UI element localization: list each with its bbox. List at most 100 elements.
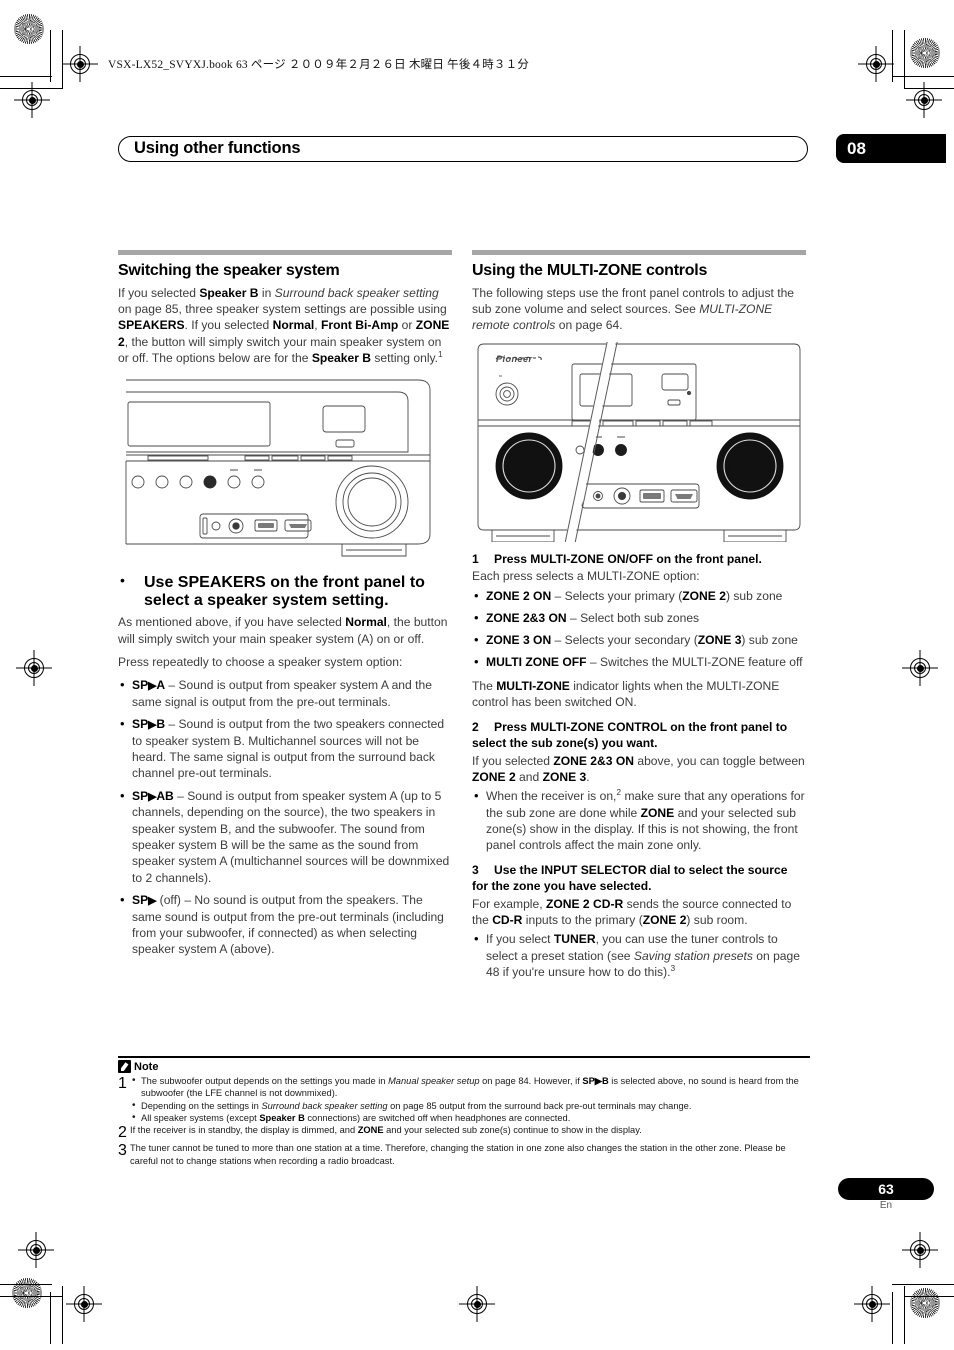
right-column: Using the MULTI-ZONE controls The follow… <box>472 250 806 987</box>
step-number: 1 <box>472 551 479 566</box>
text-run: or <box>398 318 416 333</box>
chapter-header: Using other functions <box>118 136 808 162</box>
text-run: For example, <box>472 896 546 911</box>
crop-line <box>904 1286 905 1344</box>
step-2-notes: When the receiver is on,2 make sure that… <box>472 787 806 853</box>
step-2-heading: 2 Press MULTI-ZONE CONTROL on the front p… <box>472 720 806 751</box>
option-text: – Select both sub zones <box>566 610 700 625</box>
option-label: MULTI ZONE OFF <box>486 655 587 670</box>
text-run: If you selected <box>118 285 200 300</box>
step-number: 2 <box>472 720 479 735</box>
intro-paragraph: If you selected Speaker B in Surround ba… <box>118 285 452 366</box>
footnotes-rule <box>118 1056 810 1059</box>
footnote-body: If the receiver is in standby, the displ… <box>130 1124 810 1142</box>
footnote-ref-1: 1 <box>438 348 443 359</box>
option-label-suffix: AB <box>156 788 174 803</box>
text-bold-speakers: SPEAKERS <box>118 318 185 333</box>
halftone-target-top-right <box>910 38 940 68</box>
step-title: Use the INPUT SELECTOR dial to select th… <box>472 863 788 894</box>
text-run: on page 85, three speaker system setting… <box>118 302 447 317</box>
text-bold-sp-b: SP▶B <box>582 1076 609 1087</box>
option-text: – Sound is output from speaker system A … <box>132 678 432 709</box>
option-label-suffix: A <box>156 678 166 693</box>
step-title: Press MULTI-ZONE ON/OFF on the front pan… <box>494 551 762 566</box>
crop-line <box>50 1292 51 1344</box>
halftone-target-top-left <box>14 14 44 44</box>
crop-line <box>0 1284 52 1285</box>
registration-mark-bottom-center <box>459 1286 495 1322</box>
step-3-notes: If you select TUNER, you can use the tun… <box>472 930 806 980</box>
list-item: MULTI ZONE OFF – Switches the MULTI-ZONE… <box>472 653 806 671</box>
footnote-line: Depending on the settings in Surround ba… <box>130 1099 810 1112</box>
crop-line <box>0 76 52 77</box>
step-3-heading: 3 Use the INPUT SELECTOR dial to select t… <box>472 863 806 894</box>
option-text: – Sound is output from speaker system A … <box>132 788 450 885</box>
registration-mark-top-right <box>858 46 894 82</box>
text-italic-ref: Surround back speaker setting <box>274 285 439 300</box>
list-item: ZONE 2 ON – Selects your primary (ZONE 2… <box>472 587 806 605</box>
figure-receiver-front-panel-2: Pioneer <box>472 341 806 542</box>
option-text: – Selects your primary ( <box>551 588 683 603</box>
speaker-option-list: SP▶A – Sound is output from speaker syst… <box>118 676 452 957</box>
text-run: If you select <box>486 932 554 947</box>
option-text: (off) – No sound is output from the spea… <box>132 892 444 957</box>
text-run: above, you can toggle between <box>634 753 805 768</box>
text-run: in <box>258 285 275 300</box>
text-italic-ref: Manual speaker setup <box>388 1076 480 1087</box>
registration-mark-top-left <box>62 46 98 82</box>
step-number: 3 <box>472 863 479 878</box>
footnote-body: The subwoofer output depends on the sett… <box>130 1074 810 1124</box>
option-label: ZONE 2 ON <box>486 588 552 603</box>
text-run: . <box>586 769 590 784</box>
registration-mark-right-middle <box>902 650 938 686</box>
text-bold-multi-zone: MULTI-ZONE <box>496 678 570 693</box>
text-run: on page 85 output from the surround back… <box>387 1100 692 1111</box>
text-run: If the receiver is in standby, the displ… <box>130 1125 358 1136</box>
option-label-inline: ZONE 3 <box>697 633 742 648</box>
registration-mark-right-lower <box>854 1286 890 1322</box>
footnote-1: 1 The subwoofer output depends on the se… <box>118 1074 810 1124</box>
footnote-number: 2 <box>118 1124 127 1142</box>
text-run: ) sub room. <box>686 913 748 928</box>
registration-mark-left-middle <box>16 650 52 686</box>
option-label-inline: ZONE 2 <box>682 588 726 603</box>
svg-text:Pioneer: Pioneer <box>496 354 533 364</box>
text-run: connections) are switched off when headp… <box>304 1112 571 1123</box>
step-3-body: For example, ZONE 2 CD-R sends the sourc… <box>472 896 806 929</box>
text-run: and <box>515 769 543 784</box>
text-bold-cdr: CD-R <box>492 913 523 928</box>
footnote-3: 3 The tuner cannot be tuned to more than… <box>118 1142 810 1167</box>
text-bold-tuner: TUNER <box>553 932 596 947</box>
text-run: on page 84. However, if <box>479 1076 583 1087</box>
crop-line <box>0 1296 63 1297</box>
text-bold-zone2: ZONE 2 <box>472 769 516 784</box>
section-heading-speaker-system: Switching the speaker system <box>118 262 340 279</box>
press-repeatedly-line: Press repeatedly to choose a speaker sys… <box>118 654 403 669</box>
text-run: on page 64. <box>555 318 623 333</box>
list-item: SP▶B – Sound is output from the two spea… <box>118 715 452 782</box>
text-run: . If you selected <box>184 318 273 333</box>
footnote-number: 1 <box>118 1075 127 1093</box>
option-label: SP <box>132 717 149 732</box>
registration-mark-right-upper <box>906 82 942 118</box>
footnote-line: If the receiver is in standby, the displ… <box>130 1124 810 1136</box>
halftone-target-bottom-left <box>12 1278 42 1308</box>
text-italic-ref: Saving station presets <box>633 948 753 963</box>
option-label: SP <box>132 678 149 693</box>
footnote-line: The tuner cannot be tuned to more than o… <box>130 1143 786 1166</box>
option-label: SP <box>132 788 149 803</box>
text-run: When the receiver is on, <box>486 789 617 804</box>
page-number-badge: 63 <box>838 1178 934 1200</box>
text-run: Depending on the settings in <box>141 1100 262 1111</box>
text-bold-zone: ZONE <box>357 1125 384 1136</box>
registration-mark-left-upper <box>14 82 50 118</box>
footnote-ref-3: 3 <box>670 962 676 973</box>
footnotes-block: Note 1 The subwoofer output depends on t… <box>118 1056 810 1167</box>
footnote-2: 2 If the receiver is in standby, the dis… <box>118 1124 810 1142</box>
list-item: SP▶A – Sound is output from speaker syst… <box>118 676 452 710</box>
crop-line <box>892 1292 893 1344</box>
text-run: setting only. <box>371 350 439 365</box>
text-bold-zone: ZONE <box>640 805 675 820</box>
crop-line <box>904 30 905 88</box>
text-bold-speaker-b: Speaker B <box>199 285 259 300</box>
